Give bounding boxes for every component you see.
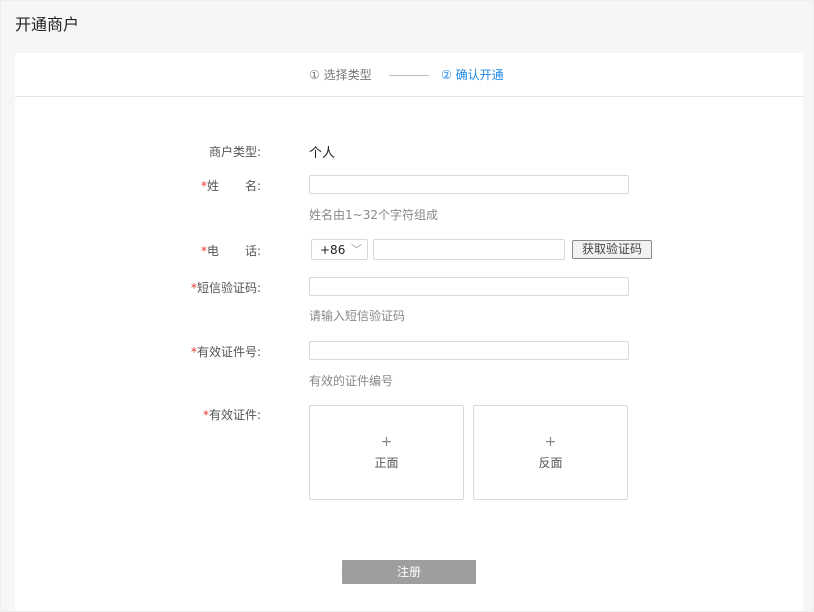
id-number-label: *有效证件号:	[15, 343, 261, 360]
register-button[interactable]: 注册	[342, 560, 476, 584]
name-hint: 姓名由1~32个字符组成	[309, 208, 438, 222]
phone-label-a: 电	[206, 244, 219, 258]
id-number-hint: 有效的证件编号	[309, 374, 394, 388]
name-input[interactable]	[309, 175, 629, 194]
sms-code-input[interactable]	[309, 277, 629, 296]
phone-label: *电 话:	[15, 242, 261, 259]
form-card: ① 选择类型 ② 确认开通 商户类型: 个人 *姓 名: 姓名由1~32个字符组成…	[15, 53, 803, 611]
name-label-a: 姓	[206, 179, 219, 193]
chevron-down-icon: ﹀	[351, 243, 362, 256]
id-document-label-text: 有效证件:	[208, 408, 261, 422]
sms-code-label-text: 短信验证码:	[196, 281, 261, 295]
merchant-type-value: 个人	[309, 146, 336, 161]
name-label: *姓 名:	[15, 177, 261, 194]
country-code-select[interactable]: +86 ﹀	[311, 239, 368, 260]
id-number-input[interactable]	[309, 341, 629, 360]
upload-back-label: 反面	[538, 456, 563, 470]
sms-code-hint: 请输入短信验证码	[309, 309, 406, 323]
id-document-label: *有效证件:	[15, 406, 261, 423]
sms-code-label: *短信验证码:	[15, 279, 261, 296]
step-indicator: ① 选择类型 ② 确认开通	[15, 53, 803, 97]
upload-back[interactable]: + 反面	[473, 405, 628, 500]
country-code-value: +86	[320, 243, 346, 257]
name-label-b: 名:	[244, 179, 261, 193]
get-code-button[interactable]: 获取验证码	[572, 240, 652, 259]
step-select-type: ① 选择类型	[309, 68, 372, 82]
upload-front[interactable]: + 正面	[309, 405, 464, 500]
merchant-type-label: 商户类型:	[208, 145, 261, 159]
plus-icon: +	[380, 434, 393, 450]
step-confirm: ② 确认开通	[441, 68, 504, 82]
phone-input[interactable]	[373, 239, 565, 260]
phone-label-b: 话:	[244, 244, 261, 258]
upload-front-label: 正面	[374, 456, 399, 470]
plus-icon: +	[544, 434, 557, 450]
page-title: 开通商户	[15, 15, 80, 34]
step-connector	[389, 75, 429, 76]
page: 开通商户 ① 选择类型 ② 确认开通 商户类型: 个人 *姓 名: 姓名由1~32…	[1, 1, 813, 611]
id-number-label-text: 有效证件号:	[196, 345, 261, 359]
